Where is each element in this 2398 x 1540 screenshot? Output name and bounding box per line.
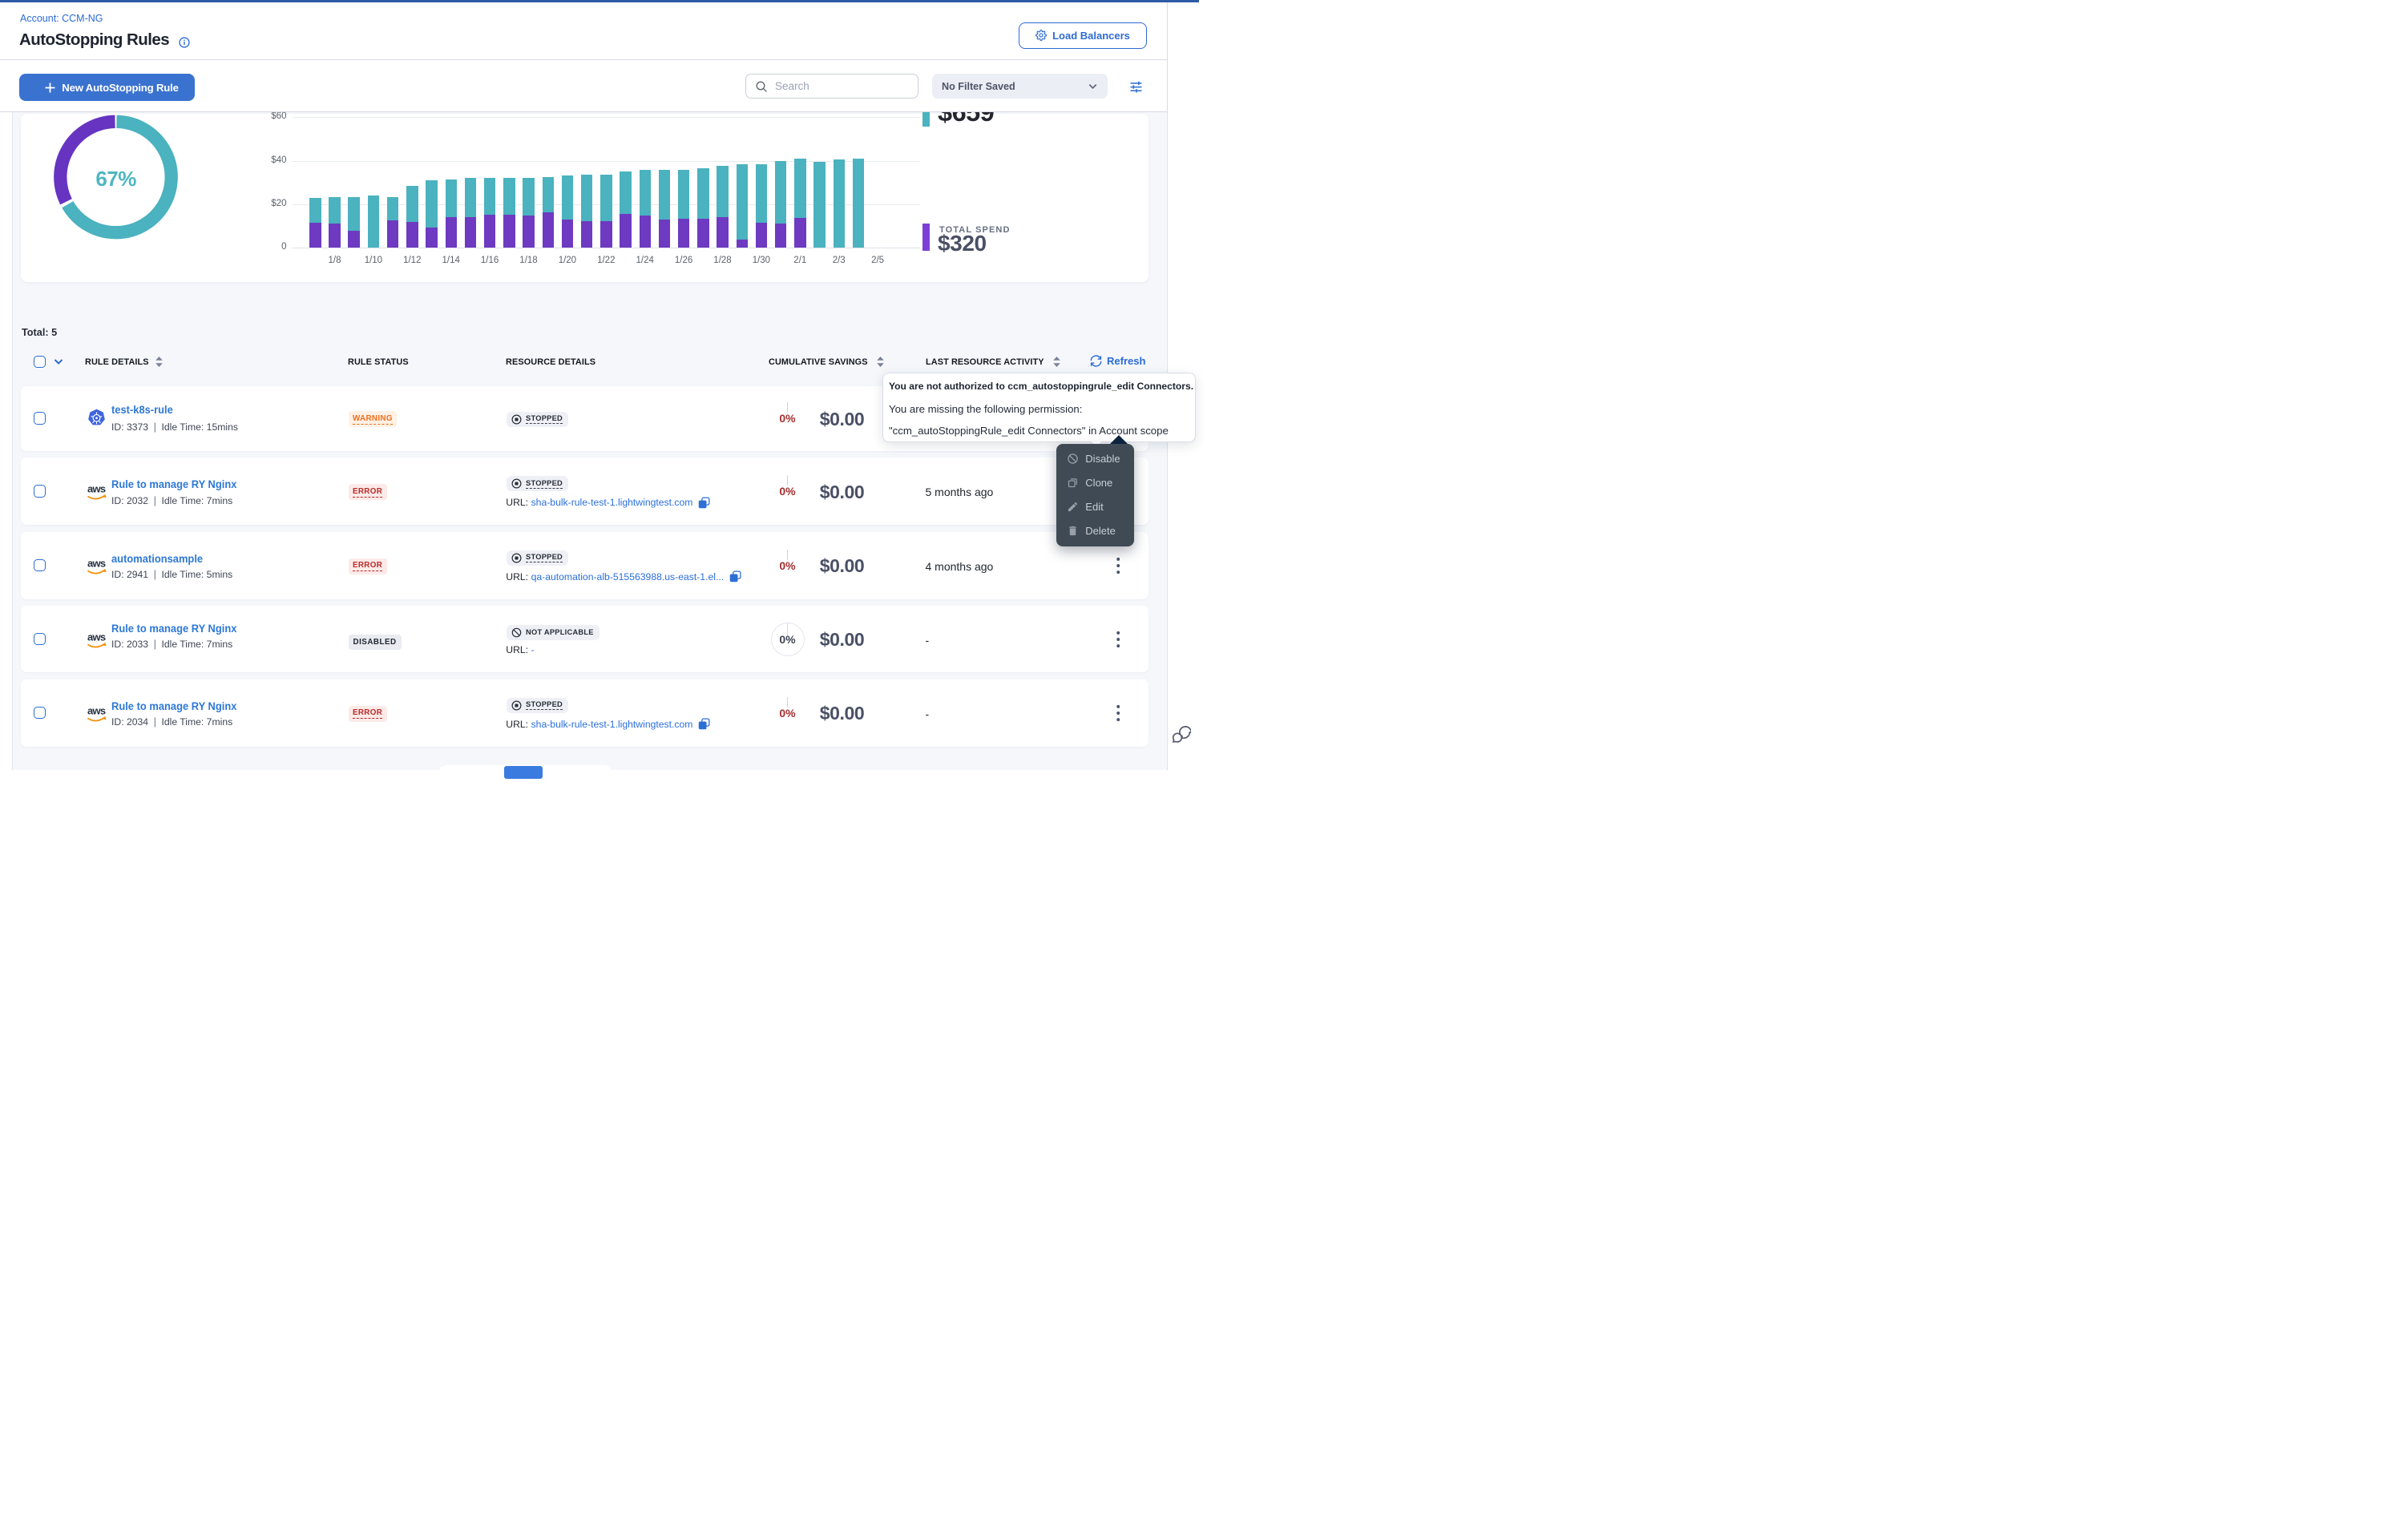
svg-text:aws: aws [87,557,106,569]
svg-text:aws: aws [87,704,106,716]
svg-text:aws: aws [87,483,106,495]
svg-text:aws: aws [87,631,106,643]
